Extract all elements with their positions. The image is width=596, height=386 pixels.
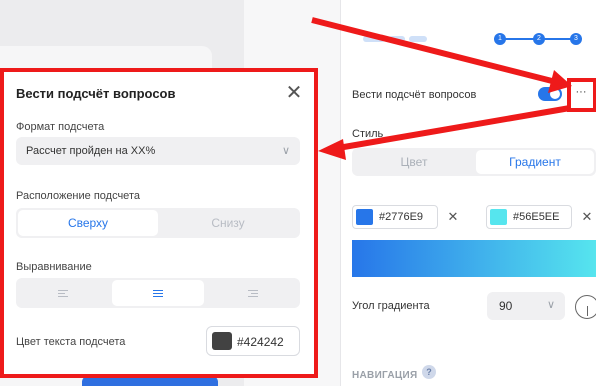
position-segmented-control: Сверху Снизу [16,208,300,238]
tab-gradient[interactable]: Градиент [476,150,594,174]
progress-step-dot: 2 [533,33,545,45]
gradient-angle-select[interactable]: 90 ∨ [487,292,565,320]
progress-preview: 1 2 3 [363,33,587,45]
close-icon[interactable]: ✕ [282,82,306,106]
position-bottom-option[interactable]: Снизу [158,210,298,236]
align-center-option[interactable] [112,280,204,306]
tab-color[interactable]: Цвет [354,150,474,174]
progress-step-dot: 1 [494,33,506,45]
remove-color-2-icon[interactable]: ✕ [575,205,596,229]
align-right-icon [246,288,258,299]
align-left-option[interactable] [18,280,110,306]
color-hex: #56E5EE [513,211,560,223]
remove-color-1-icon[interactable]: ✕ [441,205,465,229]
position-label: Расположение подсчета [16,190,140,202]
popup-title: Вести подсчёт вопросов [16,86,176,101]
gradient-color-1[interactable]: #2776E9 [352,205,438,229]
style-label: Стиль [352,128,384,140]
progress-step-dot: 3 [570,33,582,45]
align-center-icon [152,288,164,299]
chevron-down-icon: ∨ [281,145,290,157]
more-options-button[interactable]: ··· [569,82,593,106]
chevron-down-icon: ∨ [546,299,555,311]
color-swatch [212,332,232,350]
angle-needle [587,306,588,316]
text-color-hex: #424242 [237,335,284,349]
question-counter-toggle[interactable] [538,87,562,101]
format-select[interactable]: Рассчет пройден на XX% ∨ [16,137,300,165]
gradient-angle-label: Угол градиента [352,300,430,312]
format-value: Рассчет пройден на XX% [26,145,156,157]
navigation-section-header: НАВИГАЦИЯ [352,370,418,381]
position-top-option[interactable]: Сверху [18,210,158,236]
color-swatch [356,209,373,225]
gradient-color-2[interactable]: #56E5EE [486,205,572,229]
align-segmented-control [16,278,300,308]
progress-dash [389,36,405,42]
text-color-picker[interactable]: #424242 [206,326,300,356]
align-label: Выравнивание [16,261,92,273]
help-icon[interactable]: ? [422,365,436,379]
progress-dash [409,36,427,42]
counter-settings-popup: Вести подсчёт вопросов ✕ Формат подсчета… [0,68,318,378]
format-label: Формат подсчета [16,121,105,133]
gradient-preview [352,240,596,277]
question-counter-label: Вести подсчёт вопросов [352,89,477,101]
text-color-label: Цвет текста подсчета [16,336,126,348]
color-swatch [490,209,507,225]
align-left-icon [58,288,70,299]
settings-panel [340,0,596,386]
progress-dash [363,36,385,42]
angle-value: 90 [499,299,513,313]
style-tabs: Цвет Градиент [352,148,596,176]
align-right-option[interactable] [206,280,298,306]
toggle-knob [550,89,560,99]
angle-dial[interactable] [575,295,596,319]
color-hex: #2776E9 [379,211,424,223]
